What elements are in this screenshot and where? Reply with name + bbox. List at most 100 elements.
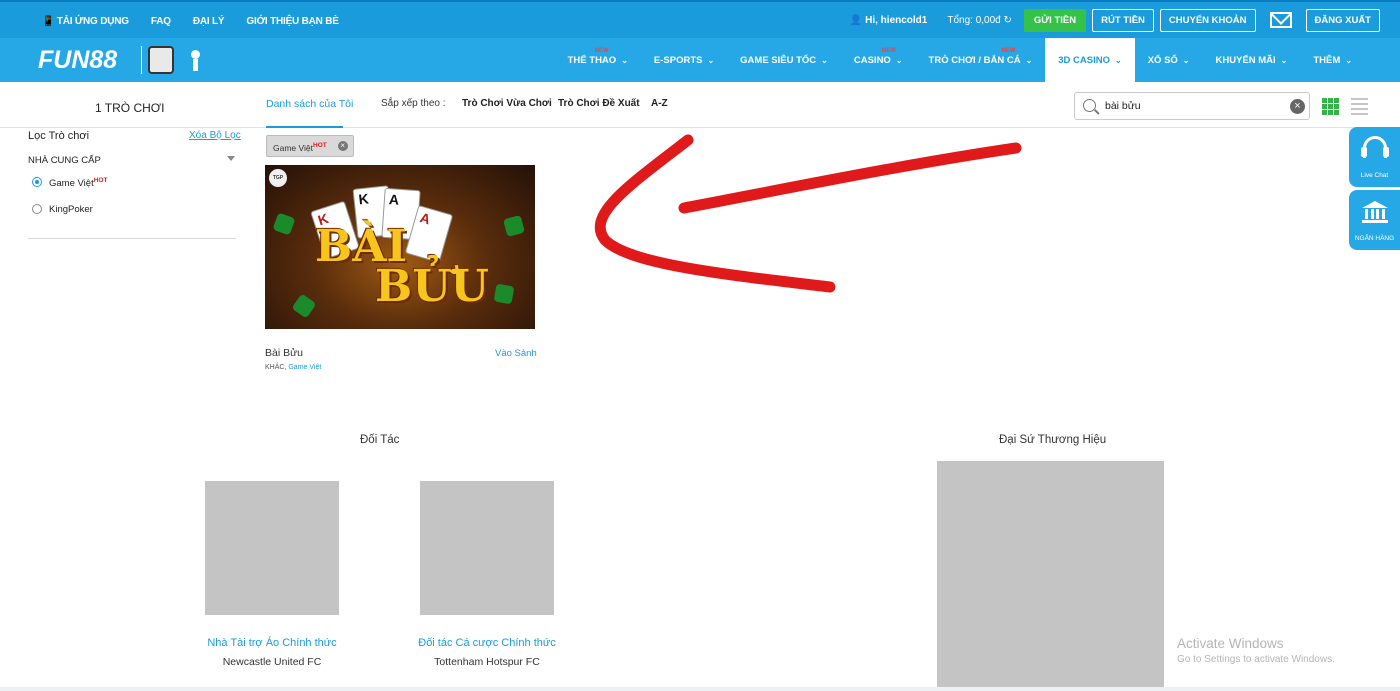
agent-link[interactable]: ĐẠI LÝ (193, 16, 225, 27)
sort-az-button[interactable]: A-Z (651, 98, 668, 109)
chevron-down-icon: ⌄ (1115, 55, 1122, 65)
nav-item-esports[interactable]: E-SPORTS ⌄ (641, 38, 727, 82)
nav-label: TRÒ CHƠI / BẮN CÁ (928, 54, 1021, 66)
search-input[interactable] (1105, 98, 1285, 114)
nav-item-lottery[interactable]: XỔ SỐ ⌄ (1135, 38, 1203, 82)
app-download-label: TẢI ỨNG DỤNG (56, 15, 129, 27)
fun88-logo[interactable]: FUN88 (38, 46, 117, 75)
chevron-down-icon: ⌄ (1280, 55, 1288, 65)
nav-label: KHUYẾN MÃI (1215, 54, 1276, 66)
windows-watermark-title: Activate Windows (1177, 636, 1284, 651)
nav-label: 3D CASINO (1058, 54, 1110, 66)
logo-divider (141, 46, 142, 74)
newcastle-crest-icon (148, 46, 174, 74)
live-chat-button[interactable]: Live Chat (1349, 127, 1400, 187)
filter-divider (28, 238, 236, 239)
partner-image-newcastle (205, 481, 339, 615)
partner-title[interactable]: Đối tác Cá cược Chính thức (402, 637, 572, 649)
remove-chip-icon[interactable]: × (337, 141, 348, 151)
nav-label: THỂ THAO (567, 54, 617, 66)
balance[interactable]: Tổng: 0,00đ ↻ (947, 15, 1012, 26)
nav-item-fast-games[interactable]: GAME SIÊU TỐC ⌄ (727, 38, 841, 82)
tottenham-crest-icon (186, 46, 204, 74)
nav-item-casino[interactable]: CASINO NEW ⌄ (841, 38, 916, 82)
hot-badge: HOT (313, 142, 327, 149)
tab-my-list[interactable]: Danh sách của Tôi (266, 98, 353, 110)
game-category: KHÁC, (265, 364, 287, 371)
nav-label: CASINO (853, 54, 891, 66)
new-badge: NEW (594, 48, 609, 54)
headset-icon (1361, 136, 1389, 158)
partner-title[interactable]: Nhà Tài trợ Áo Chính thức (187, 637, 357, 649)
chevron-down-icon: ⌄ (1345, 55, 1352, 65)
partners-heading: Đối Tác (360, 434, 400, 446)
partner-subtitle: Tottenham Hotspur FC (434, 656, 540, 668)
nav-label: XỔ SỐ (1147, 54, 1178, 66)
caret-down-icon[interactable] (227, 156, 235, 161)
logout-button[interactable]: ĐĂNG XUẤT (1305, 8, 1380, 32)
withdraw-button[interactable]: RÚT TIỀN (1092, 8, 1154, 32)
search-box: × (1074, 92, 1310, 120)
provider-radio-game-viet[interactable] (32, 177, 42, 187)
top-links: 📱 TẢI ỨNG DỤNG FAQ ĐẠI LÝ GIỚI THIỆU BẠN… (42, 2, 339, 40)
chevron-down-icon: ⌄ (895, 55, 903, 65)
new-badge: NEW (1001, 48, 1016, 54)
chevron-down-icon: ⌄ (621, 55, 628, 65)
nav-item-games-fishing[interactable]: TRÒ CHƠI / BẮN CÁ NEW ⌄ (916, 38, 1046, 82)
mail-icon[interactable] (1269, 12, 1292, 28)
provider-heading[interactable]: NHÀ CUNG CẤP (28, 155, 101, 166)
active-filter-chip[interactable]: Game ViệtHOT × (266, 135, 354, 157)
nav-item-3d-casino[interactable]: 3D CASINO ⌄ (1045, 38, 1135, 82)
transfer-button[interactable]: CHUYỂN KHOẢN (1159, 8, 1256, 32)
chevron-down-icon: ⌄ (1025, 55, 1033, 65)
chip-label: Game Việt (273, 142, 314, 153)
list-view-icon[interactable] (1351, 98, 1368, 115)
refer-friend-link[interactable]: GIỚI THIỆU BẠN BÈ (246, 16, 339, 27)
dice-icon (272, 212, 296, 236)
app-download-link[interactable]: 📱 TẢI ỨNG DỤNG (42, 16, 129, 27)
logo-line2: BỬU (375, 261, 489, 312)
faq-link[interactable]: FAQ (151, 16, 171, 27)
windows-watermark-sub: Go to Settings to activate Windows. (1177, 654, 1335, 665)
live-chat-label: Live Chat (1360, 172, 1389, 179)
chevron-down-icon: ⌄ (821, 55, 828, 65)
clear-search-icon[interactable]: × (1290, 99, 1305, 114)
hot-badge: HOT (93, 177, 108, 184)
bank-button[interactable]: NGÂN HÀNG (1349, 190, 1400, 250)
top-bar: 📱 TẢI ỨNG DỤNG FAQ ĐẠI LÝ GIỚI THIỆU BẠN… (0, 0, 1400, 38)
nav-label: GAME SIÊU TỐC (740, 54, 817, 66)
game-provider-link[interactable]: Game Việt (288, 364, 321, 371)
provider-radio-kingpoker[interactable] (32, 204, 42, 214)
partner-subtitle: Newcastle United FC (222, 656, 322, 668)
grid-view-icon[interactable] (1322, 98, 1339, 115)
chevron-down-icon: ⌄ (707, 55, 715, 65)
active-tab-indicator (266, 126, 343, 128)
bank-label: NGÂN HÀNG (1354, 235, 1395, 242)
sort-recent-button[interactable]: Trò Chơi Vừa Chơi (462, 98, 552, 109)
nav-menu: THỂ THAO NEW ⌄ E-SPORTS ⌄ GAME SIÊU TỐC ⌄ CA… (555, 38, 1400, 82)
nav-item-sports[interactable]: THỂ THAO NEW ⌄ (555, 38, 641, 82)
provider-label-game-viet[interactable]: Game ViệtHOT (49, 177, 107, 189)
game-count: 1 TRÒ CHƠI (95, 101, 165, 115)
account-area: 👤 Hi, hiencold1 Tổng: 0,00đ ↻ GỬI TIỀN R… (850, 6, 1380, 34)
provider-badge: TGP (269, 169, 287, 187)
nav-item-more[interactable]: THÊM ⌄ (1300, 38, 1400, 82)
nav-label: E-SPORTS (653, 54, 703, 66)
nav-item-promotions[interactable]: KHUYẾN MÃI ⌄ (1203, 38, 1301, 82)
game-title[interactable]: Bài Bửu (265, 347, 303, 359)
clear-filter-link[interactable]: Xóa Bộ Lọc (189, 130, 241, 141)
search-icon (1083, 99, 1096, 112)
enter-lobby-link[interactable]: Vào Sảnh (495, 348, 537, 359)
user-greeting[interactable]: 👤 Hi, hiencold1 (850, 15, 927, 26)
game-thumbnail[interactable]: TGP K K A A BÀI BỬU (265, 165, 535, 329)
partner-image-tottenham (420, 481, 554, 615)
sort-recommended-button[interactable]: Trò Chơi Đề Xuất (558, 98, 640, 109)
page-bottom-edge (0, 687, 1400, 691)
deposit-button[interactable]: GỬI TIỀN (1023, 8, 1087, 32)
filter-title: Lọc Trò chơi (28, 130, 90, 142)
refresh-icon[interactable]: ↻ (1004, 15, 1012, 26)
nav-label: THÊM (1313, 54, 1341, 66)
provider-label-kingpoker[interactable]: KingPoker (49, 204, 93, 215)
bank-icon (1362, 201, 1388, 223)
sort-label: Sắp xếp theo : (381, 98, 446, 109)
